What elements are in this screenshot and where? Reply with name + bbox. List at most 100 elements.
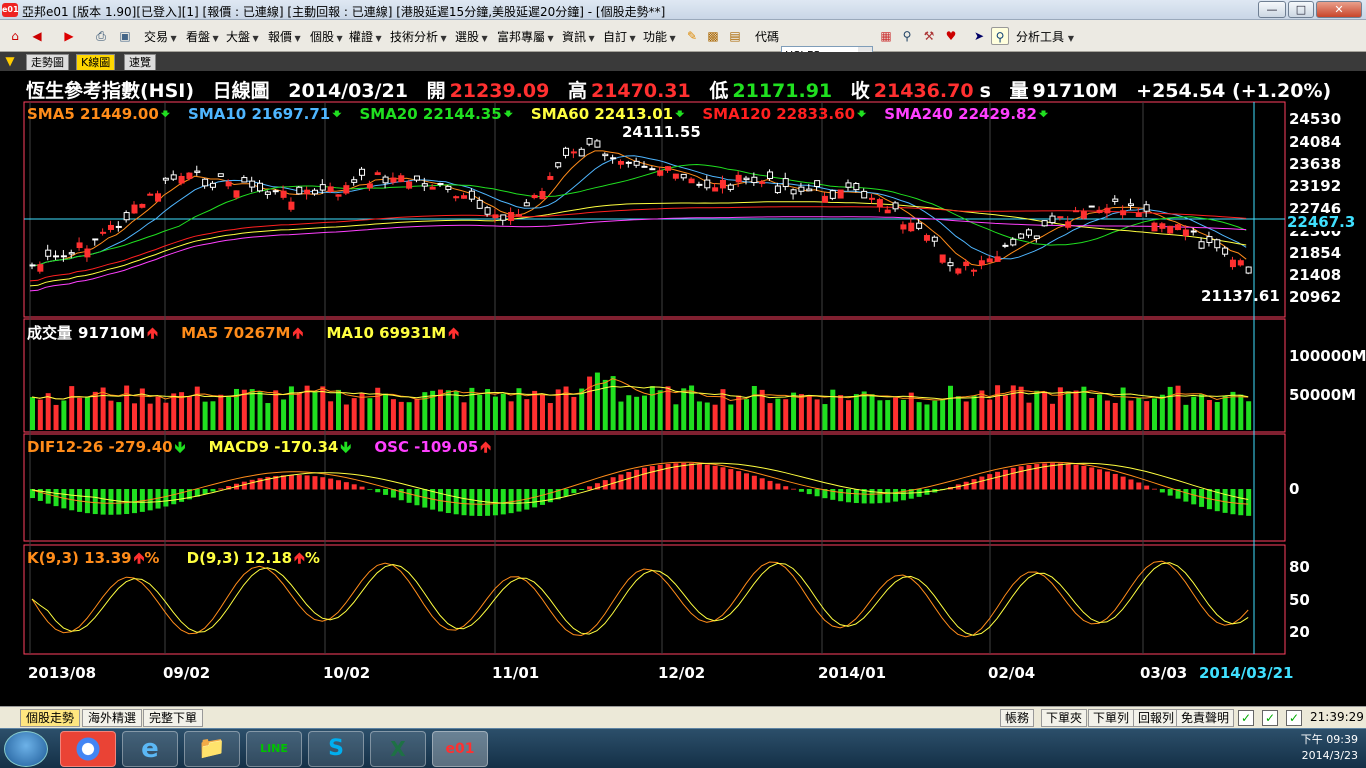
check-1-icon[interactable]: ✓	[1238, 710, 1254, 726]
y-tick-label: 50	[1289, 591, 1310, 609]
collapse-icon[interactable]: ▼	[2, 53, 18, 69]
osc-bar	[406, 489, 412, 503]
volume-bar	[508, 401, 514, 430]
account-button[interactable]: 帳務	[1000, 709, 1035, 727]
ie-icon[interactable]: e	[122, 731, 178, 767]
sma-legend-item: SMA240 22429.82	[884, 105, 1037, 123]
pen-icon[interactable]: ✎	[683, 27, 701, 45]
taskbar: e 📁 LINE S X e01 下午 09:39 2014/3/23	[0, 728, 1366, 768]
candle-body	[1167, 225, 1174, 234]
menu-item-4[interactable]: 個股 ▼	[310, 28, 343, 45]
candle-body	[916, 222, 923, 229]
menu-item-3[interactable]: 報價 ▼	[268, 28, 301, 45]
volume-bar	[1042, 391, 1048, 430]
tools-icon[interactable]: ⚒	[920, 27, 938, 45]
tab-trend[interactable]: 走勢圖	[26, 54, 69, 70]
tab-full-order[interactable]: 完整下單	[143, 709, 204, 727]
disclaimer-button[interactable]: 免責聲明	[1176, 709, 1235, 727]
tab-stock-trend[interactable]: 個股走勢	[20, 709, 81, 727]
monitor-icon[interactable]: ▣	[116, 27, 134, 45]
osc-bar	[320, 477, 326, 490]
close-button[interactable]: ✕	[1316, 1, 1362, 18]
volume-bar	[532, 390, 538, 430]
notes-icon[interactable]: ▤	[726, 27, 744, 45]
candle-body	[461, 195, 468, 199]
menu-item-2[interactable]: 大盤 ▼	[226, 28, 259, 45]
analysis-tools-menu[interactable]: 分析工具 ▼	[1016, 28, 1074, 45]
tab-kline[interactable]: K線圖	[76, 54, 116, 70]
change-value: +254.54 (+1.20%)	[1136, 80, 1332, 102]
minimize-button[interactable]: —	[1258, 1, 1286, 18]
tab-overview[interactable]: 速覽	[124, 54, 156, 70]
menu-item-0[interactable]: 交易 ▼	[144, 28, 177, 45]
forward-icon[interactable]: ▶	[60, 27, 78, 45]
zoom-icon[interactable]: ⚲	[991, 27, 1009, 45]
y-tick-label: 23638	[1289, 155, 1342, 173]
volume-bar	[171, 393, 177, 430]
quote-icon[interactable]: ▦	[877, 27, 895, 45]
chrome-icon[interactable]	[60, 731, 116, 767]
volume-bar	[877, 400, 883, 430]
menu-item-8[interactable]: 富邦專屬 ▼	[497, 28, 554, 45]
skype-icon[interactable]: S	[308, 731, 364, 767]
up-arrow-icon: 🡹	[480, 438, 492, 456]
period-label: 日線圖	[212, 80, 270, 102]
report-bar-button[interactable]: 回報列	[1133, 709, 1180, 727]
windows-start-icon[interactable]	[4, 731, 48, 767]
back-icon[interactable]: ◀	[28, 27, 46, 45]
candle-body	[351, 179, 358, 183]
menu-item-6[interactable]: 技術分析 ▼	[390, 28, 447, 45]
line-icon[interactable]: LINE	[246, 731, 302, 767]
osc-bar	[649, 466, 655, 490]
osc-bar	[1112, 473, 1118, 490]
sma-legend-item: SMA120 22833.60	[702, 105, 856, 123]
volume-bar	[853, 394, 859, 430]
volume-bar	[281, 399, 287, 430]
volume-bar	[736, 395, 742, 430]
osc-bar	[45, 489, 51, 504]
chart-canvas[interactable]	[0, 71, 1366, 706]
order-bar-button[interactable]: 下單列	[1088, 709, 1135, 727]
kd-d-pct: %	[304, 549, 320, 567]
tab-overseas[interactable]: 海外精選	[82, 709, 143, 727]
menu-item-10[interactable]: 自訂 ▼	[603, 28, 636, 45]
heart-icon[interactable]: ♥	[942, 27, 960, 45]
candle-body	[774, 185, 781, 194]
print-icon[interactable]: ⎙	[92, 27, 110, 45]
volume-bar	[594, 372, 600, 430]
down-arrow-icon: 🠻	[1038, 105, 1049, 123]
volume-bar	[783, 399, 789, 430]
check-2-icon[interactable]: ✓	[1262, 710, 1278, 726]
candle-body	[617, 160, 624, 165]
search-icon[interactable]: ⚲	[898, 27, 916, 45]
volume-bar	[124, 385, 130, 430]
candle-body	[1135, 212, 1142, 217]
candle-body	[688, 178, 695, 184]
menu-item-label: 功能	[643, 30, 668, 44]
excel-icon[interactable]: X	[370, 731, 426, 767]
order-folder-button[interactable]: 下單夾	[1041, 709, 1088, 727]
menu-item-11[interactable]: 功能 ▼	[643, 28, 676, 45]
menu-item-9[interactable]: 資訊 ▼	[562, 28, 595, 45]
cursor-icon[interactable]: ➤	[970, 27, 988, 45]
candle-body	[123, 212, 130, 221]
volume-bar	[218, 394, 224, 430]
maximize-button[interactable]: □	[1288, 1, 1314, 18]
explorer-icon[interactable]: 📁	[184, 731, 240, 767]
candle-body	[672, 173, 679, 179]
candle-body	[939, 254, 946, 263]
check-3-icon[interactable]: ✓	[1286, 710, 1302, 726]
candle-body	[1033, 235, 1040, 240]
volume-bar	[1073, 390, 1079, 430]
menu-item-7[interactable]: 選股 ▼	[455, 28, 488, 45]
menu-item-label: 權證	[349, 30, 374, 44]
osc-bar	[500, 489, 506, 515]
candle-body	[602, 153, 609, 157]
volume-bar	[202, 401, 208, 430]
menu-item-1[interactable]: 看盤 ▼	[186, 28, 219, 45]
candle-body	[382, 176, 389, 184]
menu-item-5[interactable]: 權證 ▼	[349, 28, 382, 45]
home-icon[interactable]: ⌂	[6, 27, 24, 45]
save-icon[interactable]: ▩	[704, 27, 722, 45]
e01-icon[interactable]: e01	[432, 731, 488, 767]
